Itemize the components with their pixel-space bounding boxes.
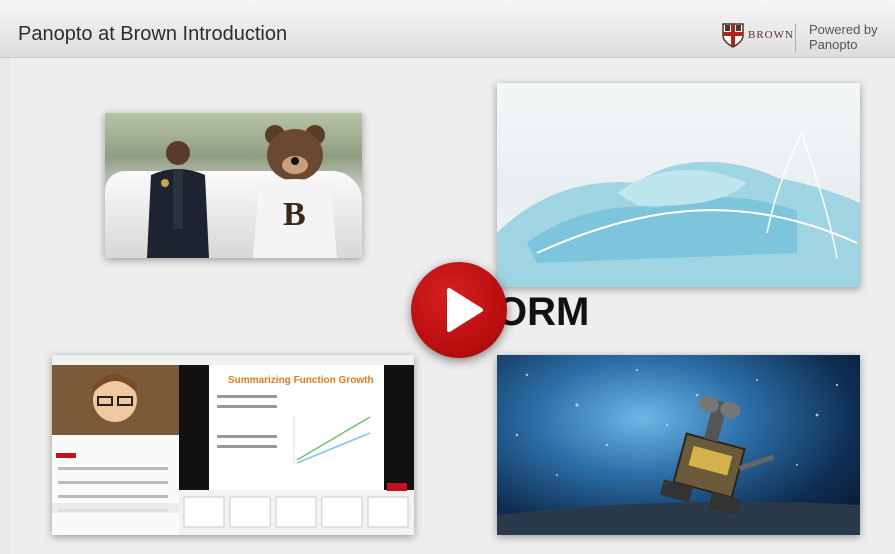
powered-by-line1: Powered by: [809, 22, 878, 37]
officer-figure: [147, 141, 209, 258]
robot-space-thumbnail: [497, 355, 860, 535]
play-button[interactable]: [411, 262, 507, 358]
robot-graphic: [497, 369, 860, 535]
powered-by-line2: Panopto: [809, 37, 858, 52]
slide-title: Summarizing Function Growth: [228, 375, 374, 386]
globe-map-thumbnail: [497, 83, 860, 287]
mascot-photo-thumbnail: B: [105, 113, 362, 258]
brand-name: BROWN: [748, 29, 794, 41]
viewer-header: Panopto at Brown Introduction BROWN Powe…: [0, 0, 895, 58]
brown-logo: BROWN: [722, 22, 794, 48]
map-graphic: [497, 130, 860, 287]
overlay-text: ORM: [496, 290, 590, 334]
play-icon: [447, 288, 483, 332]
brown-shield-icon: [722, 22, 744, 48]
svg-text:B: B: [283, 196, 306, 233]
lecture-screen-thumbnail: Summarizing Function Growth: [52, 355, 414, 535]
header-divider: [795, 24, 796, 52]
powered-by: Powered by Panopto: [809, 22, 878, 52]
bear-mascot-figure: B: [253, 125, 337, 258]
page-title: Panopto at Brown Introduction: [18, 23, 288, 45]
